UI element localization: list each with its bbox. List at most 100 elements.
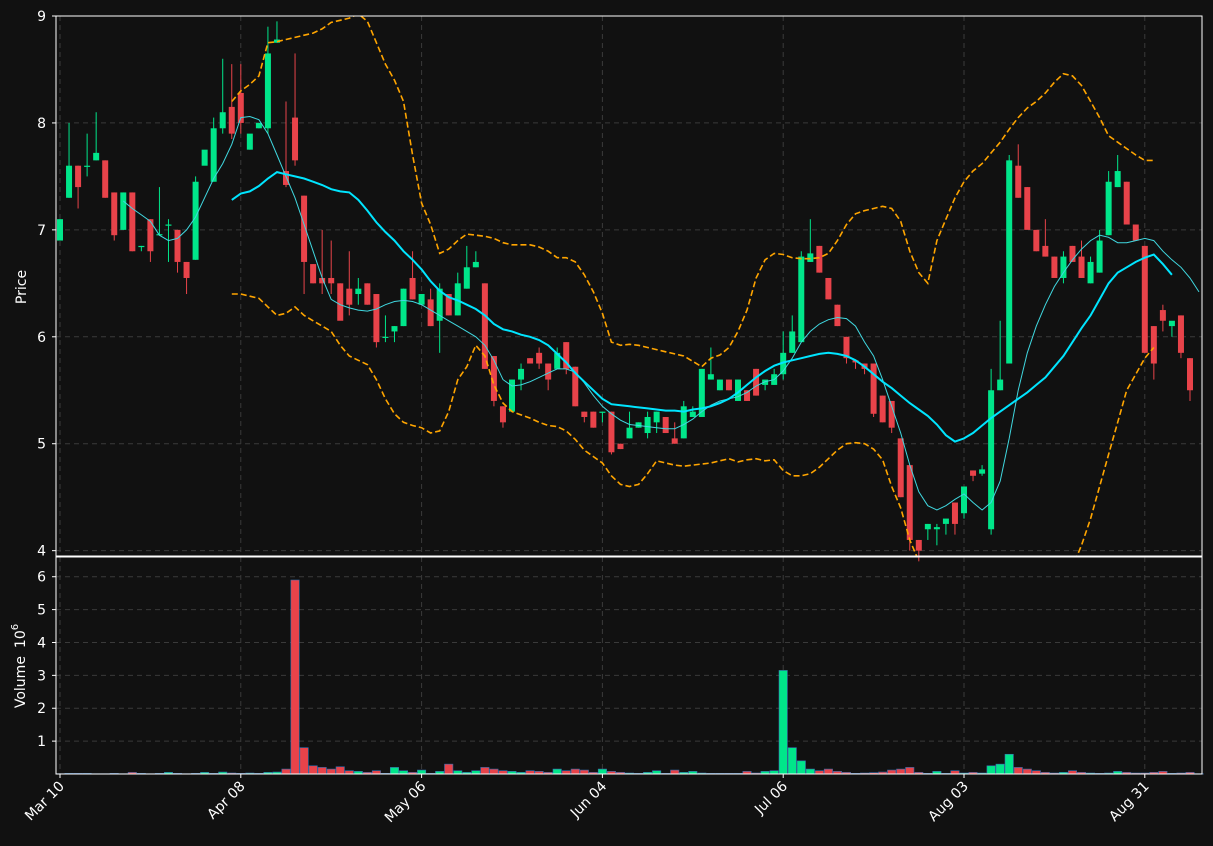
candle-body xyxy=(1150,326,1157,364)
volume-tick-label: 2 xyxy=(37,701,46,717)
candle-body xyxy=(545,363,552,380)
price-tick-label: 4 xyxy=(37,544,46,560)
volume-tick-label: 4 xyxy=(37,635,46,651)
price-tick-label: 6 xyxy=(37,330,46,346)
candle-body xyxy=(915,539,922,551)
candle-body xyxy=(463,267,470,289)
volume-bar xyxy=(281,768,291,775)
candle-body xyxy=(689,411,696,417)
volume-bar xyxy=(796,760,806,775)
volume-tick-label: 1 xyxy=(37,734,46,750)
volume-bar xyxy=(896,768,906,775)
candle-body xyxy=(1096,240,1103,273)
volume-bar xyxy=(823,768,833,775)
candle-body xyxy=(662,416,669,434)
candle-body xyxy=(183,261,190,278)
candle-body xyxy=(264,53,271,129)
candle-body xyxy=(400,288,407,327)
candle-body xyxy=(1159,310,1166,321)
candle-body xyxy=(174,229,181,262)
volume-bar xyxy=(905,767,915,775)
volume-bar xyxy=(670,769,680,775)
candle-body xyxy=(1177,315,1184,353)
candle-body xyxy=(409,277,416,300)
candle-body xyxy=(292,117,299,161)
price-tick-label: 8 xyxy=(37,116,46,132)
volume-bar xyxy=(1004,753,1014,775)
candle-body xyxy=(373,294,380,343)
candle-body xyxy=(382,336,389,338)
candle-body xyxy=(626,427,633,439)
volume-tick-label: 3 xyxy=(37,668,46,684)
candle-body xyxy=(201,149,208,166)
volume-bar xyxy=(317,767,327,775)
volume-bar xyxy=(299,747,309,775)
candle-body xyxy=(653,411,660,423)
volume-scale-base: 10 xyxy=(13,630,29,648)
candle-body xyxy=(93,152,100,161)
candle-body xyxy=(1123,181,1130,225)
candle-body xyxy=(1015,165,1022,198)
volume-scale-exponent: 6 xyxy=(10,624,21,630)
candle-body xyxy=(228,106,235,134)
candle-body xyxy=(536,352,543,364)
candle-body xyxy=(346,288,353,305)
candle-body xyxy=(1051,256,1058,278)
candle-body xyxy=(1033,229,1040,252)
candle-body xyxy=(111,192,118,236)
candle-body xyxy=(988,390,995,530)
candle-body xyxy=(924,523,931,530)
candle-body xyxy=(1024,187,1031,230)
candle-body xyxy=(581,411,588,417)
volume-bar xyxy=(308,765,318,775)
volume-axis-label-text: Volume xyxy=(13,656,29,708)
volume-bar xyxy=(570,768,580,775)
candle-body xyxy=(807,253,814,262)
volume-bar xyxy=(290,579,300,775)
volume-bar xyxy=(1022,768,1032,775)
candle-body xyxy=(165,224,172,226)
candle-body xyxy=(879,395,886,423)
candle-body xyxy=(942,518,949,524)
candle-body xyxy=(1087,261,1094,284)
candle-body xyxy=(418,294,425,305)
volume-bar xyxy=(778,670,788,775)
candle-body xyxy=(644,416,651,434)
volume-bar xyxy=(597,768,607,775)
candle-body xyxy=(870,363,877,414)
candle-body xyxy=(1078,256,1085,278)
volume-bar xyxy=(444,763,454,775)
candle-body xyxy=(1132,224,1139,241)
candle-body xyxy=(970,470,977,476)
volume-bar xyxy=(335,766,345,775)
candle-body xyxy=(499,406,506,423)
candle-body xyxy=(716,379,723,391)
candle-body xyxy=(997,379,1004,391)
candle-body xyxy=(1168,320,1175,327)
candle-body xyxy=(301,195,308,262)
candle-body xyxy=(84,165,91,167)
candle-body xyxy=(1114,171,1121,188)
candle-body xyxy=(210,128,217,182)
candle-body xyxy=(725,379,732,391)
candle-body xyxy=(427,299,434,327)
candle-body xyxy=(120,192,127,230)
candle-body xyxy=(897,438,904,498)
candle-body xyxy=(951,502,958,524)
candle-body xyxy=(1187,358,1193,391)
candle-body xyxy=(1141,245,1148,353)
price-tick-label: 9 xyxy=(37,9,46,25)
candle-body xyxy=(825,277,832,300)
candle-body xyxy=(789,331,796,353)
candle-body xyxy=(961,486,967,514)
volume-tick-label: 6 xyxy=(37,570,46,586)
candle-body xyxy=(527,358,534,364)
candle-body xyxy=(1105,181,1112,236)
candle-body xyxy=(834,304,841,327)
volume-bar xyxy=(552,768,562,775)
candle-body xyxy=(1006,160,1013,364)
volume-bar xyxy=(986,765,996,775)
candle-body xyxy=(355,288,362,295)
volume-bar xyxy=(326,768,336,775)
candle-body xyxy=(219,112,226,129)
